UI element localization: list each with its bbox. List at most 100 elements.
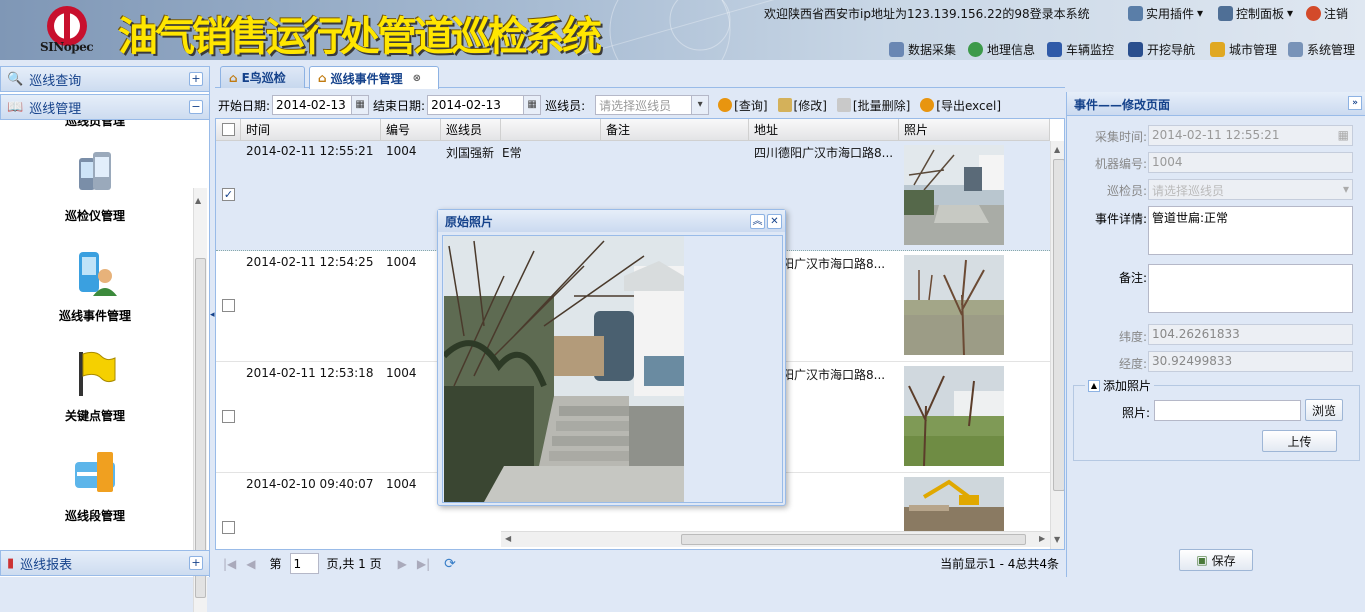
event-detail-textarea[interactable]: 管道世扁:正常	[1148, 206, 1353, 255]
latitude-label: 纬度:	[1118, 330, 1147, 344]
col-remark[interactable]: 备注	[601, 119, 749, 141]
next-page-icon[interactable]: ▶	[398, 557, 407, 571]
close-icon[interactable]: ✕	[767, 214, 782, 229]
expand-button[interactable]: +	[189, 72, 203, 86]
tab-event-management[interactable]: ⌂ 巡线事件管理 ⊗	[309, 66, 439, 89]
photo-fieldset-legend[interactable]: ▲ 添加照片	[1085, 377, 1155, 394]
calendar-icon[interactable]: ▦	[1338, 128, 1349, 142]
capture-time-field[interactable]: 2014-02-11 12:55:21 ▦	[1148, 125, 1353, 146]
photo-file-input[interactable]	[1154, 400, 1301, 421]
chevron-down-icon[interactable]: ▾	[691, 96, 709, 114]
photo-thumbnail[interactable]	[904, 255, 1004, 355]
section-route-report[interactable]: ▮ 巡线报表 +	[0, 550, 210, 576]
nav-city-management[interactable]: 城市管理	[1210, 41, 1277, 57]
data-collect-icon	[889, 41, 904, 57]
page-number-input[interactable]: 1	[289, 553, 319, 574]
scroll-thumb[interactable]	[1053, 159, 1064, 491]
menu-control-panel[interactable]: 控制面板 ▾	[1218, 4, 1293, 22]
photo-thumbnail[interactable]	[904, 366, 1004, 466]
inspector-select[interactable]: 请选择巡线员 ▾	[595, 95, 710, 115]
module-inspector-management-partial[interactable]: 巡线员管理	[40, 120, 150, 129]
app-header: SINopec 油气销售运行处管道巡检系统 欢迎陕西省西安市ip地址为123.1…	[0, 0, 1365, 60]
nav-system-management[interactable]: 系统管理	[1288, 41, 1355, 57]
welcome-message: 欢迎陕西省西安市ip地址为123.139.156.22的98登录本系统	[764, 7, 1090, 21]
inspector-placeholder: 请选择巡线员	[599, 98, 672, 113]
edit-panel: 事件——修改页面 » 采集时间: 2014-02-11 12:55:21 ▦ 机器…	[1066, 92, 1365, 577]
calendar-icon[interactable]: ▦	[351, 96, 369, 114]
header-select-all[interactable]	[216, 119, 241, 141]
collapse-icon[interactable]: ▲	[1088, 379, 1100, 392]
module-segment-management[interactable]: 巡线段管理	[40, 450, 150, 524]
upload-button[interactable]: 上传	[1262, 430, 1337, 452]
inspector-select[interactable]: 请选择巡线员 ▾	[1148, 179, 1353, 200]
col-photo[interactable]: 照片	[899, 119, 1050, 141]
scroll-up-icon[interactable]: ▲	[195, 196, 206, 205]
sidebar-scrollbar[interactable]: ▲	[193, 188, 207, 612]
start-date-field[interactable]: 2014-02-13 ▦	[272, 95, 370, 115]
longitude-field[interactable]: 30.92499833	[1148, 351, 1353, 372]
col-detail[interactable]	[501, 119, 601, 141]
prev-page-icon[interactable]: ◀	[246, 557, 255, 571]
nav-geo-info[interactable]: 地理信息	[968, 41, 1035, 57]
export-excel-button[interactable]: [导出excel]	[920, 97, 1001, 114]
expand-button[interactable]: +	[189, 556, 203, 570]
col-id[interactable]: 编号	[381, 119, 441, 141]
grid-horizontal-scrollbar[interactable]: ◀ ▶	[501, 531, 1050, 547]
chevron-down-icon[interactable]: ▾	[1343, 182, 1349, 196]
end-date-field[interactable]: 2014-02-13 ▦	[427, 95, 542, 115]
nav-data-collect[interactable]: 数据采集	[889, 41, 956, 57]
row-checkbox[interactable]: ✓	[222, 188, 235, 201]
photo-thumbnail[interactable]	[904, 145, 1004, 245]
batch-delete-button[interactable]: [批量删除]	[836, 97, 910, 114]
browse-button[interactable]: 浏览	[1305, 399, 1343, 421]
popup-title[interactable]: 原始照片	[438, 210, 785, 232]
latitude-field[interactable]: 104.26261833	[1148, 324, 1353, 345]
section-label: 巡线查询	[29, 73, 82, 89]
menu-control-panel-label: 控制面板	[1236, 6, 1285, 21]
module-keypoint-management[interactable]: 关键点管理	[40, 350, 150, 424]
nav-dig-navigation[interactable]: 开挖导航	[1128, 41, 1195, 57]
scroll-down-icon[interactable]: ▼	[1054, 535, 1060, 544]
scroll-up-icon[interactable]: ▲	[1054, 145, 1060, 154]
edit-button[interactable]: [修改]	[777, 97, 827, 114]
row-checkbox[interactable]	[222, 410, 235, 423]
col-inspector[interactable]: 巡线员	[441, 119, 501, 141]
remark-textarea[interactable]	[1148, 264, 1353, 313]
last-page-icon[interactable]: ▶|	[417, 557, 430, 571]
first-page-icon[interactable]: |◀	[223, 557, 236, 571]
select-all-checkbox[interactable]	[222, 123, 235, 136]
col-address[interactable]: 地址	[749, 119, 899, 141]
menu-logout[interactable]: 注销	[1306, 4, 1348, 22]
scroll-left-icon[interactable]: ◀	[505, 534, 511, 543]
photo-thumbnail[interactable]	[904, 477, 1004, 532]
collapse-button[interactable]: −	[189, 100, 203, 114]
end-date-label: 结束日期:	[373, 98, 426, 113]
query-button[interactable]: [查询]	[718, 97, 768, 114]
menu-plugins[interactable]: 实用插件 ▾	[1128, 4, 1203, 22]
row-checkbox[interactable]	[222, 521, 235, 534]
tab-ebird-inspection[interactable]: ⌂ E鸟巡检	[220, 66, 305, 88]
row-checkbox[interactable]	[222, 299, 235, 312]
section-route-management[interactable]: 📖 巡线管理 −	[0, 94, 210, 120]
machine-id-field[interactable]: 1004	[1148, 152, 1353, 173]
calendar-icon[interactable]: ▦	[523, 96, 541, 114]
refresh-icon[interactable]: ⟳	[444, 556, 456, 572]
nav-vehicle-monitor[interactable]: 车辆监控	[1047, 41, 1114, 57]
home-icon: ⌂	[229, 70, 238, 85]
save-button[interactable]: ▣ 保存	[1179, 549, 1253, 571]
close-icon[interactable]: ⊗	[413, 73, 421, 84]
original-photo-window[interactable]: 原始照片 ︽ ✕	[437, 209, 786, 506]
col-time[interactable]: 时间	[241, 119, 381, 141]
collapse-window-icon[interactable]: ︽	[750, 214, 765, 229]
collapse-panel-icon[interactable]: »	[1348, 96, 1362, 110]
cell-inspector: 刘国强新	[446, 146, 495, 160]
page-total: 页,共 1 页	[326, 557, 382, 571]
module-device-management[interactable]: 巡检仪管理	[40, 150, 150, 224]
scroll-right-icon[interactable]: ▶	[1039, 534, 1045, 543]
grid-vertical-scrollbar[interactable]: ▲ ▼	[1050, 141, 1064, 549]
section-route-query[interactable]: 🔍 巡线查询 +	[0, 66, 210, 92]
cell-address: 阳广汉市海口路8...	[782, 368, 886, 382]
scroll-thumb[interactable]	[195, 258, 206, 598]
module-event-management[interactable]: 巡线事件管理	[40, 250, 150, 324]
scroll-thumb[interactable]	[681, 534, 1026, 545]
